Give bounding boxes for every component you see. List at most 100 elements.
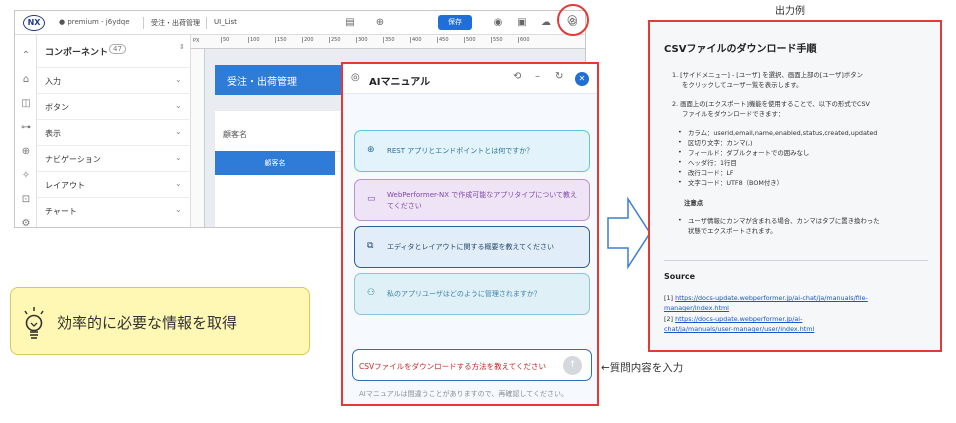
editor-toolbar: NX ● premium - j6ydqe 受注・出荷管理 UI_List ▤ … [15,11,585,35]
component-category[interactable]: 表示 ⌄ [37,119,191,145]
source-url[interactable]: https://docs-update.webperformer.jp/ai-c… [675,294,868,302]
component-category[interactable]: 入力 ⌄ [37,67,191,93]
home-icon[interactable]: ⌂ [19,73,33,87]
preview-icon[interactable]: ◉ [491,16,505,30]
ai-panel-header: ◎ AIマニュアル ⟲ – ↻ ✕ [343,64,597,94]
horizontal-ruler: PX 50 100 150 200 250 300 350 400 450 500 550 600 [191,35,585,49]
tip-text: 効率的に必要な情報を取得 [57,314,238,332]
ai-manual-icon: ◎ [567,12,578,26]
settings-icon[interactable]: ⚙ [19,217,33,227]
plugin-icon[interactable]: ✧ [19,169,33,183]
bullet: • [678,178,682,186]
component-panel: コンポーネント 47 ⇕ 入力 ⌄ ボタン ⌄ 表示 ⌄ ナビゲーション ⌄ レ… [37,35,191,227]
refresh-icon[interactable]: ↻ [555,71,563,82]
globe-icon[interactable]: ⊕ [373,16,387,30]
ruler-tick-label: 500 [464,37,476,43]
vertical-ruler [191,49,205,227]
source-link[interactable]: [1] https://docs-update.webperformer.jp/… [664,294,868,302]
project-name[interactable]: ● premium - j6ydqe [59,18,130,26]
history-icon[interactable]: ⟲ [513,71,521,82]
folder-icon[interactable]: ▣ [515,16,529,30]
chevron-down-icon: ⌄ [175,179,182,188]
suggestion-text: 私のアプリユーザはどのように管理されますか？ [387,290,541,298]
arrow-right-icon [607,196,651,270]
ui-breadcrumb[interactable]: UI_List [214,18,237,26]
source-link[interactable]: [2] https://docs-update.webperformer.jp/… [664,315,802,323]
source-url[interactable]: chat/ja/manuals/user-manager/user/index.… [664,325,814,333]
suggestion-button[interactable]: ▭ WebPerformer-NX で作成可能なアプリタイプについて教えてくださ… [354,179,590,221]
suggestion-button[interactable]: ⧉ エディタとレイアウトに関する概要を教えてください [354,226,590,268]
list-item: 文字コード：UTF8（BOM付き） [688,179,784,187]
suggestion-text: エディタとレイアウトに関する概要を教えてください [387,243,554,251]
step-text: 2. 画面上の[エクスポート]機能を使用することで、以下の形式でCSV [672,100,870,108]
app-type-icon: ▭ [367,194,376,204]
chevron-down-icon: ⌄ [175,127,182,136]
ruler-tick-label: 400 [410,37,422,43]
suggestion-button[interactable]: ⊕ REST アプリとエンドポイントとは何ですか？ [354,130,590,172]
ai-manual-panel: ◎ AIマニュアル ⟲ – ↻ ✕ ⊕ REST アプリとエンドポイントとは何で… [341,62,599,406]
component-count-badge: 47 [109,44,126,54]
list-item: ヘッダ行：1行目 [688,159,737,167]
question-input-value: CSVファイルをダウンロードする方法を教えてください [359,362,547,371]
input-annotation: ←質問内容を入力 [601,362,684,374]
ruler-tick-label: 150 [275,37,287,43]
source-url[interactable]: manager/index.html [664,304,729,312]
output-example-label: 出力例 [775,6,805,17]
chevron-down-icon: ⌄ [175,153,182,162]
document-icon[interactable]: ▤ [343,16,357,30]
flow-icon[interactable]: ⊶ [19,121,33,135]
send-button[interactable]: ↑ [563,356,582,375]
divider [143,17,144,29]
ruler-tick-label: 300 [356,37,368,43]
globe-side-icon[interactable]: ⊕ [19,145,33,159]
copy-icon: ⧉ [367,241,374,251]
answer-title: CSVファイルのダウンロード手順 [664,44,817,55]
database-icon[interactable]: ⊡ [19,193,33,207]
output-example-panel: CSVファイルのダウンロード手順 1. [サイドメニュー] - [ユーザ] を選… [648,20,942,352]
suggestion-text: WebPerformer-NX で作成可能なアプリタイプについて教えてください [387,191,578,210]
side-icon-bar: ⌃ ⌂ ◫ ⊶ ⊕ ✧ ⊡ ⚙ [15,35,37,227]
component-category[interactable]: ナビゲーション ⌄ [37,145,191,171]
list-item: フィールド：ダブルクォートでの囲みなし [688,149,810,157]
ruler-tick-label: 250 [329,37,341,43]
ai-panel-title: AIマニュアル [369,77,431,88]
source-url[interactable]: https://docs-update.webperformer.jp/ai- [675,315,802,323]
step-text: 1. [サイドメニュー] - [ユーザ] を選択、画面上部の[ユーザ]ボタン [672,71,863,79]
bullet: • [678,168,682,176]
step-text: をクリックしてユーザー覧を表示します。 [682,81,803,89]
field-label: 顧客名 [223,130,247,139]
component-category[interactable]: レイアウト ⌄ [37,171,191,197]
chevron-down-icon: ⌄ [175,205,182,214]
close-icon[interactable]: ✕ [575,72,589,86]
note-text: ユーザ情報にカンマが含まれる場合、カンマはタブに置き換わった [688,217,880,225]
ruler-unit: PX [193,38,200,44]
suggestion-text: REST アプリとエンドポイントとは何ですか？ [387,147,534,155]
ai-manual-icon: ◎ [351,72,360,83]
ruler-tick-label: 200 [302,37,314,43]
minimize-icon[interactable]: – [535,71,540,82]
save-button[interactable]: 保存 [438,15,472,30]
bullet: • [678,128,682,136]
component-panel-title: コンポーネント [45,48,109,58]
source-link[interactable]: chat/ja/manuals/user-manager/user/index.… [664,325,814,333]
source-link[interactable]: manager/index.html [664,304,729,312]
tip-box: 効率的に必要な情報を取得 [10,287,310,355]
cloud-upload-icon[interactable]: ☁ [539,16,553,30]
table-column-header[interactable]: 顧客名 [215,151,335,175]
bullet: • [678,148,682,156]
app-breadcrumb[interactable]: 受注・出荷管理 [151,18,200,28]
component-category[interactable]: チャート ⌄ [37,197,191,223]
list-item: カラム：userid,email,name,enabled,status,cre… [688,129,878,137]
bullet: • [678,216,682,224]
question-input[interactable]: CSVファイルをダウンロードする方法を教えてください ↑ [352,349,592,381]
step-text: ファイルをダウンロードできます： [682,110,785,118]
lightbulb-icon [24,307,44,339]
sort-icon[interactable]: ⇕ [179,43,185,51]
collapse-icon[interactable]: ⌃ [19,49,33,63]
layout-icon[interactable]: ◫ [19,97,33,111]
suggestion-button[interactable]: ⚇ 私のアプリユーザはどのように管理されますか？ [354,273,590,315]
list-item: 改行コード：LF [688,169,734,177]
note-text: 状態でエクスポートされます。 [688,227,777,235]
component-category[interactable]: ボタン ⌄ [37,93,191,119]
target-icon: ⊕ [367,145,375,155]
